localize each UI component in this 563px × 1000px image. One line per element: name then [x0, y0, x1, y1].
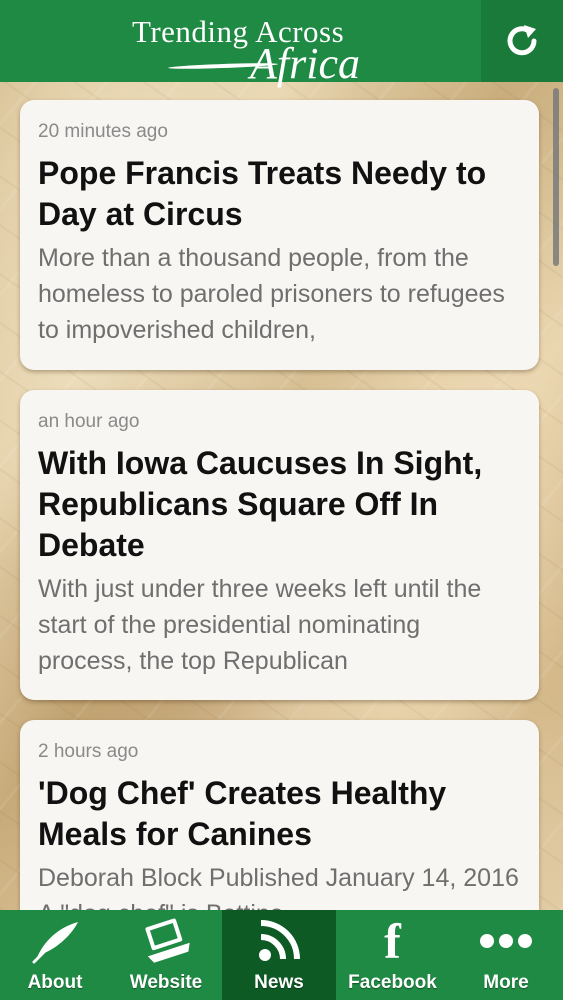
- tab-about[interactable]: About: [0, 910, 110, 1000]
- more-dots-icon: [480, 934, 532, 948]
- tab-label: More: [483, 972, 529, 993]
- tab-label: News: [254, 972, 304, 993]
- news-summary: More than a thousand people, from the ho…: [38, 244, 505, 344]
- facebook-icon: f: [384, 913, 401, 969]
- news-title: With Iowa Caucuses In Sight, Republicans…: [38, 445, 483, 563]
- news-card[interactable]: an hour ago With Iowa Caucuses In Sight,…: [20, 390, 539, 700]
- quill-icon: [32, 922, 78, 964]
- news-card[interactable]: 20 minutes ago Pope Francis Treats Needy…: [20, 100, 539, 370]
- app-header: Trending Across Africa: [0, 0, 563, 88]
- news-title: 'Dog Chef' Creates Healthy Meals for Can…: [38, 775, 447, 852]
- news-card[interactable]: 2 hours ago 'Dog Chef' Creates Healthy M…: [20, 720, 539, 910]
- news-feed[interactable]: 20 minutes ago Pope Francis Treats Needy…: [0, 82, 563, 910]
- rss-icon: [259, 920, 300, 961]
- feed-scrollbar[interactable]: [553, 88, 559, 266]
- tab-label: Facebook: [348, 972, 437, 993]
- refresh-icon: [507, 25, 537, 56]
- news-summary: Deborah Block Published January 14, 2016…: [38, 864, 519, 910]
- tab-more[interactable]: More: [449, 910, 563, 1000]
- bottom-tab-bar: About Website News f Facebook More: [0, 910, 563, 1000]
- refresh-button[interactable]: [481, 0, 563, 82]
- tab-label: About: [27, 972, 83, 993]
- news-summary: With just under three weeks left until t…: [38, 575, 482, 675]
- news-time: an hour ago: [38, 411, 140, 432]
- news-time: 20 minutes ago: [38, 121, 168, 142]
- laptop-icon: [145, 918, 190, 963]
- app-logo: Trending Across Africa: [128, 8, 418, 88]
- tab-label: Website: [129, 972, 203, 993]
- news-time: 2 hours ago: [38, 741, 139, 762]
- tab-website[interactable]: Website: [110, 910, 222, 1000]
- tab-facebook[interactable]: f Facebook: [336, 910, 449, 1000]
- news-title: Pope Francis Treats Needy to Day at Circ…: [38, 155, 487, 232]
- tab-news[interactable]: News: [222, 910, 336, 1000]
